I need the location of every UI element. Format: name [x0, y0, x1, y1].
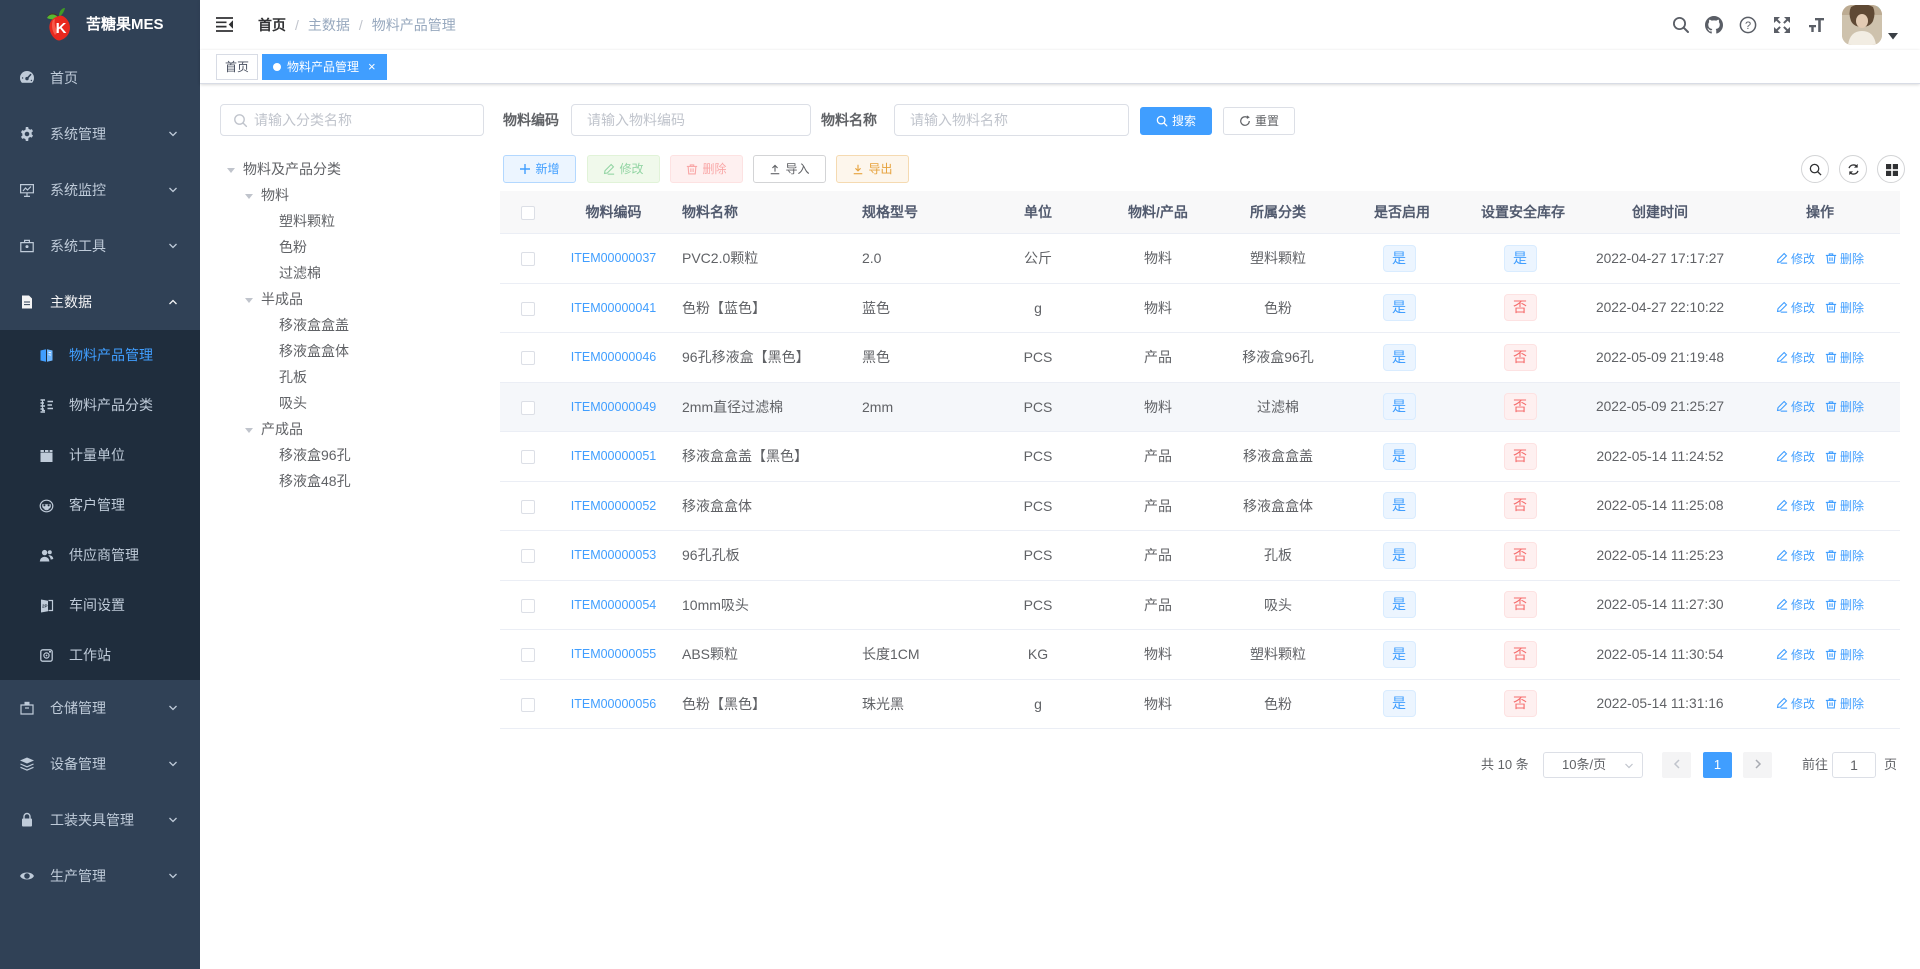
svg-text:2P: 2P: [42, 603, 48, 608]
svg-text:?: ?: [1745, 20, 1751, 32]
svg-text:K: K: [56, 20, 67, 37]
